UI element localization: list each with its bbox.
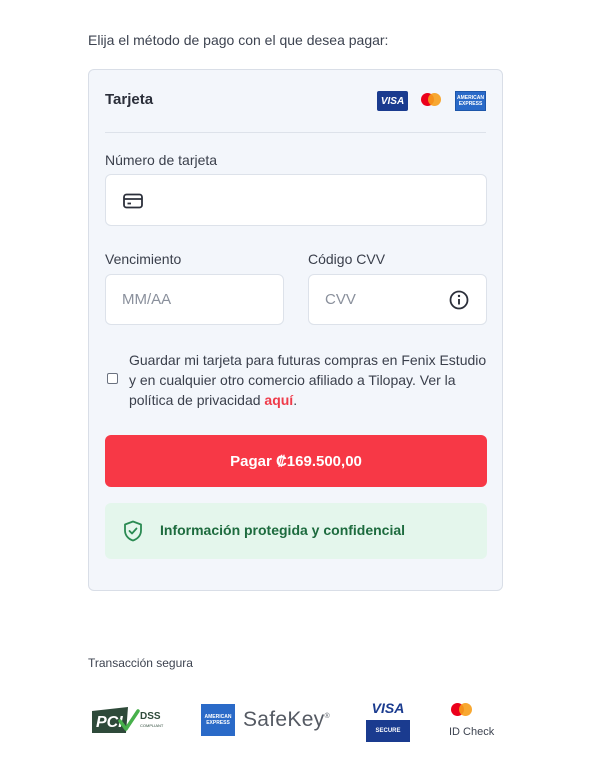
expiry-field[interactable] <box>105 274 284 325</box>
pci-dss-badge: PCI DSS COMPLIANT <box>92 707 164 733</box>
secure-info-banner: Información protegida y confidencial <box>105 503 487 559</box>
svg-text:DSS: DSS <box>140 711 161 722</box>
card-payment-panel: Tarjeta VISA AMERICAN EXPRESS Número de … <box>88 69 503 591</box>
privacy-policy-link[interactable]: aquí <box>264 392 293 408</box>
secure-info-text: Información protegida y confidencial <box>160 522 406 538</box>
cvv-field[interactable] <box>308 274 487 325</box>
secure-transaction-label: Transacción segura <box>88 656 193 670</box>
visa-secure-bottom: SECURE <box>366 720 410 742</box>
safekey-text: SafeKey® <box>243 708 330 731</box>
cvv-label: Código CVV <box>308 251 386 267</box>
visa-secure-badge: VISA SECURE <box>366 700 410 742</box>
save-card-text: Guardar mi tarjeta para futuras compras … <box>129 350 489 410</box>
visa-logo: VISA <box>377 91 408 111</box>
payment-method-prompt: Elija el método de pago con el que desea… <box>88 32 389 48</box>
card-number-label: Número de tarjeta <box>105 152 218 168</box>
card-number-field[interactable] <box>105 174 487 226</box>
card-header: Tarjeta VISA AMERICAN EXPRESS <box>105 70 486 133</box>
card-number-input[interactable] <box>106 175 486 225</box>
mastercard-idcheck-badge: ID Check <box>449 703 494 738</box>
amex-safekey-badge: AMERICAN EXPRESS SafeKey® <box>201 704 330 736</box>
mastercard-logo <box>416 91 447 111</box>
card-title: Tarjeta <box>105 91 154 108</box>
security-badges: PCI DSS COMPLIANT AMERICAN EXPRESS SafeK… <box>88 700 508 742</box>
pay-button[interactable]: Pagar ₡169.500,00 <box>105 435 487 487</box>
save-card-suffix: . <box>293 392 298 408</box>
shield-check-icon <box>124 520 142 542</box>
idcheck-text: ID Check <box>449 726 495 738</box>
amex-logo: AMERICAN EXPRESS <box>455 91 486 111</box>
expiry-input[interactable] <box>106 275 283 324</box>
amex-box-logo: AMERICAN EXPRESS <box>201 704 235 736</box>
mastercard-circles <box>451 703 475 717</box>
card-brand-logos: VISA AMERICAN EXPRESS <box>377 91 486 111</box>
info-icon[interactable] <box>449 290 469 310</box>
expiry-label: Vencimiento <box>105 251 182 267</box>
amex-logo-text: AMERICAN EXPRESS <box>457 95 484 107</box>
credit-card-icon <box>123 193 143 209</box>
safekey-label: SafeKey <box>243 708 325 731</box>
save-card-checkbox[interactable] <box>107 373 118 384</box>
svg-text:COMPLIANT: COMPLIANT <box>140 723 164 728</box>
amex-box-text: AMERICAN EXPRESS <box>204 714 232 726</box>
save-card-description: Guardar mi tarjeta para futuras compras … <box>129 352 487 408</box>
visa-secure-top: VISA <box>371 700 405 716</box>
